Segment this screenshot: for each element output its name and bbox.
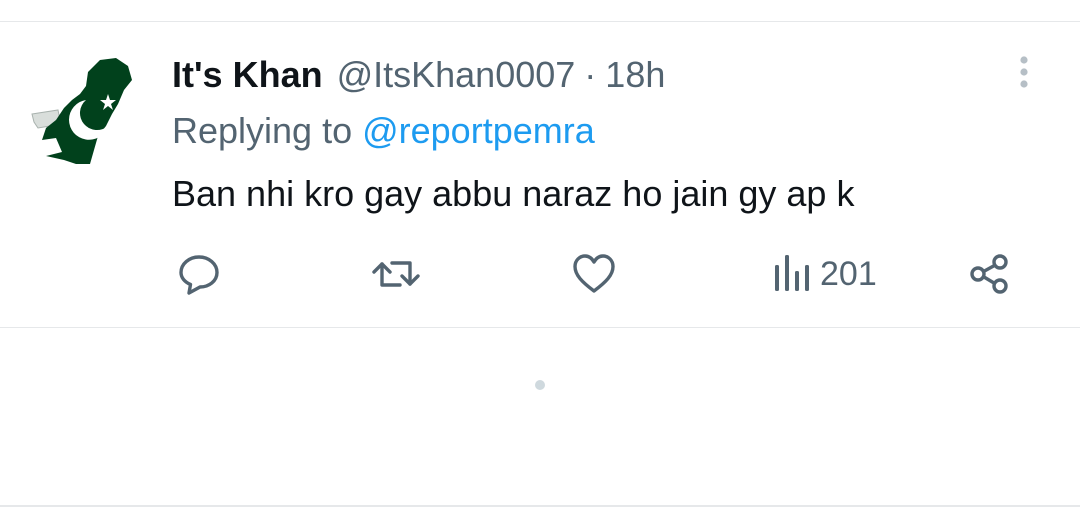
more-vertical-icon[interactable] bbox=[1010, 52, 1038, 92]
reply-button[interactable] bbox=[176, 248, 222, 300]
share-icon bbox=[970, 254, 1008, 294]
reply-icon bbox=[179, 255, 219, 295]
pakistan-flag-map-icon bbox=[31, 58, 132, 164]
tweet-divider bbox=[0, 327, 1080, 328]
share-button[interactable] bbox=[966, 248, 1012, 300]
like-icon bbox=[573, 254, 615, 293]
loading-dot bbox=[535, 380, 545, 390]
like-button[interactable] bbox=[570, 248, 618, 300]
separator-dot: · bbox=[584, 54, 597, 95]
views-count: 201 bbox=[820, 254, 877, 293]
tweet-header: It's Khan @ItsKhan0007 · 18h bbox=[172, 52, 665, 98]
avatar[interactable] bbox=[28, 56, 148, 168]
views-button[interactable]: 201 bbox=[772, 248, 877, 300]
replying-to: Replying to @reportpemra bbox=[172, 108, 595, 154]
timestamp[interactable]: 18h bbox=[605, 52, 665, 98]
bottom-divider bbox=[0, 505, 1080, 507]
retweet-button[interactable] bbox=[370, 248, 422, 300]
author-handle[interactable]: @ItsKhan0007 bbox=[337, 52, 576, 98]
retweet-icon bbox=[372, 261, 420, 287]
views-icon bbox=[775, 255, 809, 291]
replying-to-label: Replying to bbox=[172, 110, 363, 151]
top-divider bbox=[0, 21, 1080, 22]
tweet-text: Ban nhi kro gay abbu naraz ho jain gy ap… bbox=[172, 173, 855, 214]
author-name[interactable]: It's Khan bbox=[172, 52, 323, 98]
reply-to-link[interactable]: @reportpemra bbox=[362, 110, 595, 151]
